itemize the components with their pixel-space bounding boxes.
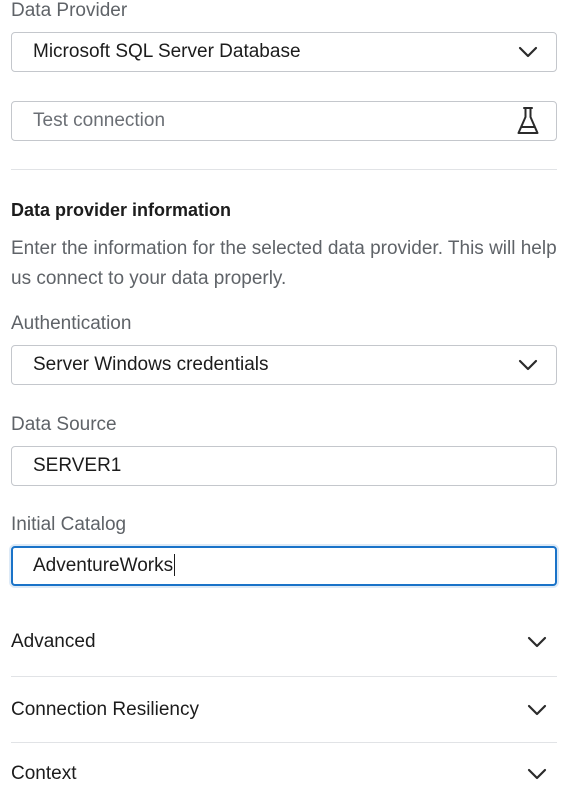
- section-connection-resiliency[interactable]: Connection Resiliency: [11, 677, 557, 743]
- section-advanced-title: Advanced: [11, 631, 96, 652]
- section-context[interactable]: Context: [11, 741, 557, 807]
- data-source-label: Data Source: [11, 414, 117, 435]
- authentication-label: Authentication: [11, 313, 132, 334]
- section-divider: [11, 169, 557, 170]
- data-provider-label: Data Provider: [11, 0, 128, 21]
- chevron-down-icon[interactable]: [517, 636, 557, 648]
- section-context-title: Context: [11, 763, 77, 784]
- provider-info-heading: Data provider information: [11, 200, 232, 220]
- flask-icon[interactable]: [508, 102, 548, 140]
- section-connection-resiliency-title: Connection Resiliency: [11, 699, 199, 720]
- initial-catalog-input[interactable]: AdventureWorks: [11, 546, 557, 586]
- initial-catalog-value: AdventureWorks: [33, 555, 174, 576]
- chevron-down-icon[interactable]: [508, 346, 548, 384]
- data-provider-value: Microsoft SQL Server Database: [33, 41, 301, 62]
- chevron-down-icon[interactable]: [517, 768, 557, 780]
- section-advanced[interactable]: Advanced: [11, 609, 557, 675]
- text-caret: [174, 553, 176, 576]
- authentication-select[interactable]: Server Windows credentials: [11, 345, 557, 385]
- initial-catalog-label: Initial Catalog: [11, 514, 127, 535]
- connection-form: Data Provider Microsoft SQL Server Datab…: [0, 0, 576, 784]
- chevron-down-icon[interactable]: [508, 33, 548, 71]
- provider-info-description: Enter the information for the selected d…: [11, 238, 557, 289]
- data-source-value: SERVER1: [33, 455, 122, 476]
- test-connection-field[interactable]: Test connection: [11, 101, 557, 141]
- authentication-value: Server Windows credentials: [33, 354, 269, 375]
- data-source-input[interactable]: SERVER1: [11, 446, 557, 486]
- test-connection-text: Test connection: [33, 110, 166, 131]
- data-provider-select[interactable]: Microsoft SQL Server Database: [11, 32, 557, 72]
- chevron-down-icon[interactable]: [517, 704, 557, 716]
